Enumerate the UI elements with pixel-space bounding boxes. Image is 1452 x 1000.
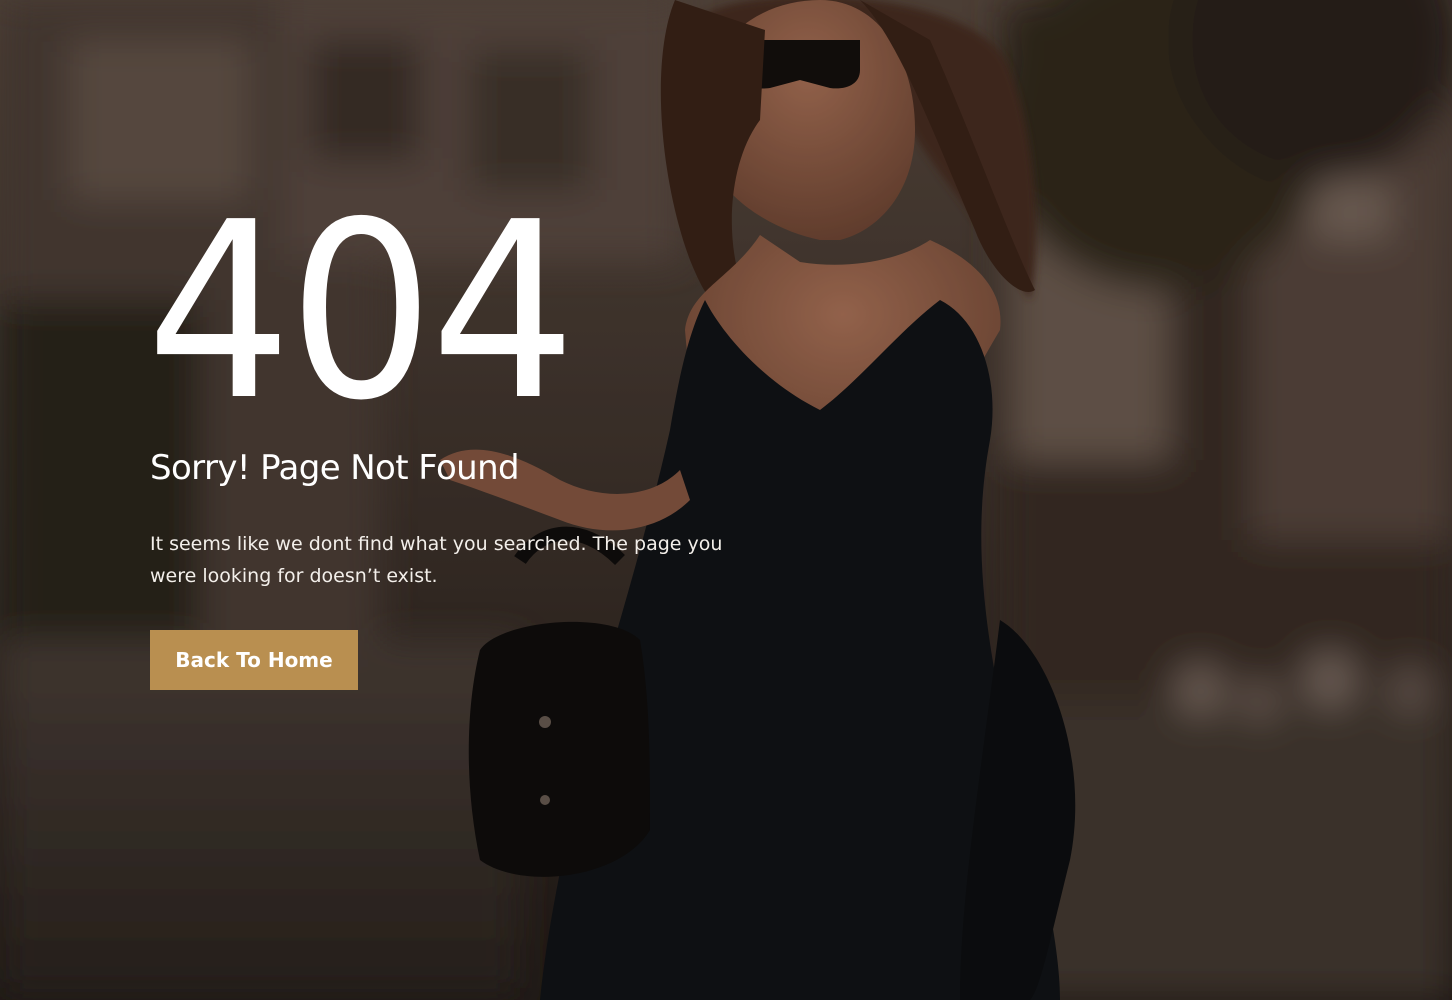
error-code: 404 [146,170,576,454]
error-content: 404 Sorry! Page Not Found It seems like … [146,190,770,690]
hero-section: 404 Sorry! Page Not Found It seems like … [0,0,1452,1000]
back-to-home-button[interactable]: Back To Home [150,630,358,690]
error-description: It seems like we dont find what you sear… [150,533,723,587]
